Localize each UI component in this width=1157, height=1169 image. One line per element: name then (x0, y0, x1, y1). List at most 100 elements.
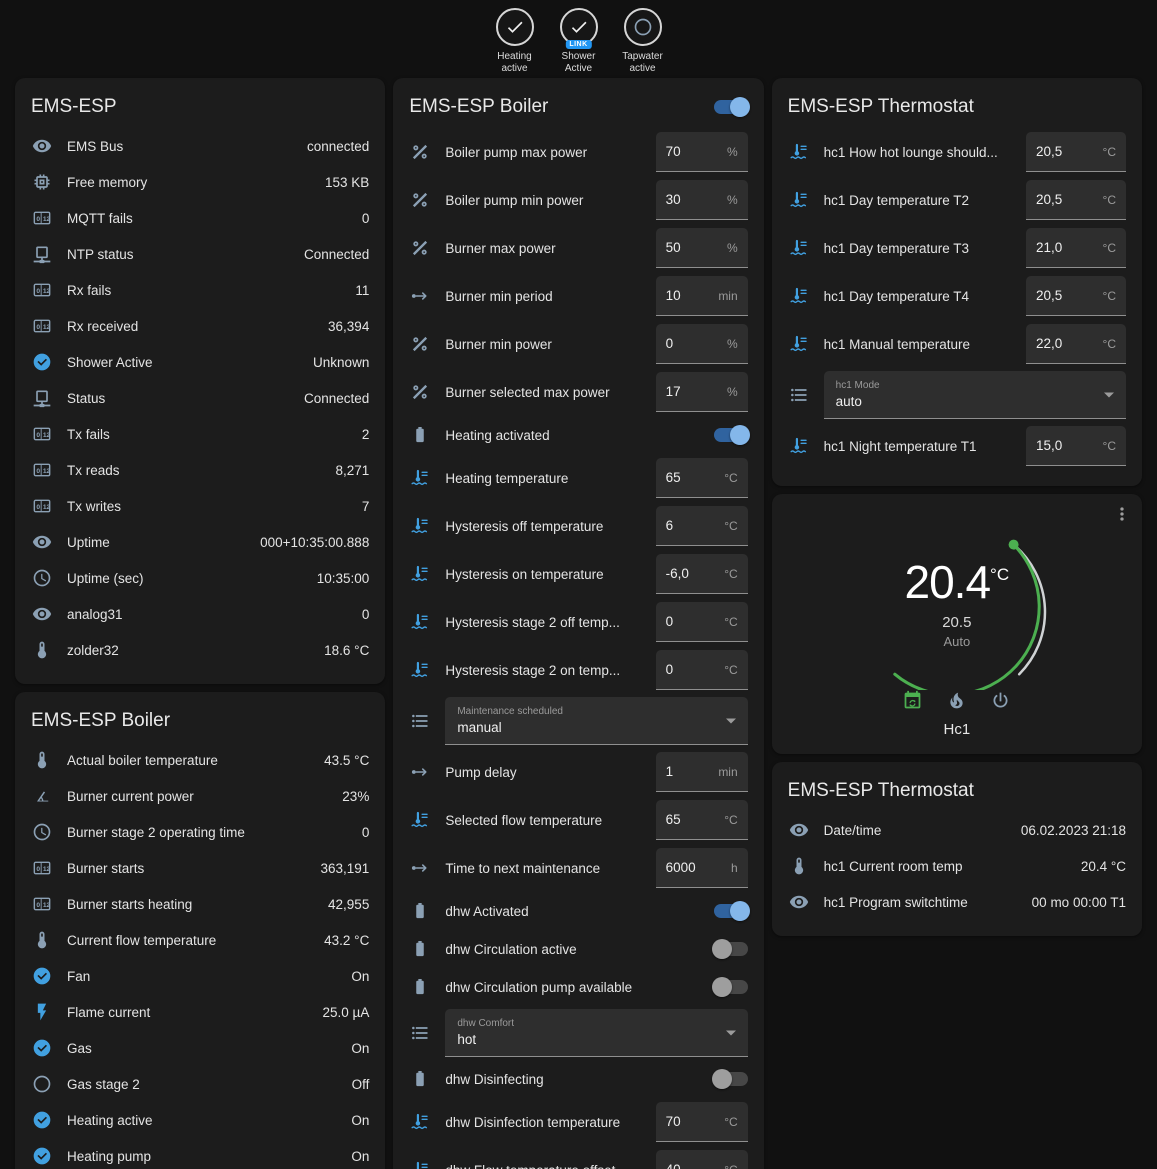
number-input[interactable]: 0% (656, 324, 748, 364)
entity-row[interactable]: GasOn (31, 1030, 369, 1066)
select-field[interactable]: hc1 Modeauto (824, 371, 1126, 419)
chevron-down-icon (726, 718, 736, 723)
entity-row[interactable]: 012MQTT fails0 (31, 200, 369, 236)
toggle-thumb (730, 425, 750, 445)
entity-row[interactable]: analog310 (31, 596, 369, 632)
svg-text:12: 12 (43, 432, 51, 439)
select-field[interactable]: dhw Comforthot (445, 1009, 747, 1057)
number-input[interactable]: 30% (656, 180, 748, 220)
entity-row[interactable]: 012Tx fails2 (31, 416, 369, 452)
toggle-switch[interactable] (714, 1072, 748, 1086)
coolant-icon (409, 468, 431, 488)
entity-row[interactable]: Date/time06.02.2023 21:18 (788, 812, 1126, 848)
entity-value: 20.4 °C (1081, 859, 1126, 874)
entity-row[interactable]: 012Tx reads8,271 (31, 452, 369, 488)
number-input[interactable]: 1min (656, 752, 748, 792)
select-field-label: dhw Comfort (457, 1018, 719, 1029)
calendar-sync-icon[interactable] (902, 690, 924, 711)
entity-row[interactable]: EMS Busconnected (31, 128, 369, 164)
entity-row[interactable]: Heating activeOn (31, 1102, 369, 1138)
entity-row[interactable]: Actual boiler temperature43.5 °C (31, 742, 369, 778)
number-value: 20,5 (1036, 192, 1062, 207)
entity-row[interactable]: 012Tx writes7 (31, 488, 369, 524)
badge-shower-active[interactable]: LINKShower Active (549, 8, 609, 75)
number-input[interactable]: 10min (656, 276, 748, 316)
number-unit: °C (1103, 145, 1116, 159)
card-title: EMS-ESP Thermostat (788, 776, 1126, 812)
entity-row[interactable]: Flame current25.0 µA (31, 994, 369, 1030)
entity-row[interactable]: StatusConnected (31, 380, 369, 416)
entity-rows: Actual boiler temperature43.5 °CBurner c… (31, 742, 369, 1169)
entity-row[interactable]: FanOn (31, 958, 369, 994)
entity-row: dhw Disinfection temperature70°C (409, 1098, 747, 1146)
number-input[interactable]: 0°C (656, 602, 748, 642)
entity-row[interactable]: Free memory153 KB (31, 164, 369, 200)
toggle-switch[interactable] (714, 980, 748, 994)
entity-row[interactable]: 012Burner starts heating42,955 (31, 886, 369, 922)
entity-label: hc1 Day temperature T3 (824, 241, 1012, 256)
number-input[interactable]: 65°C (656, 458, 748, 498)
climate-dial[interactable]: 20.4°C 20.5 Auto (852, 520, 1062, 690)
number-input[interactable]: 40°C (656, 1150, 748, 1169)
number-input[interactable]: 20,5°C (1026, 132, 1126, 172)
entity-row[interactable]: 012Rx received36,394 (31, 308, 369, 344)
entity-row[interactable]: hc1 Program switchtime00 mo 00:00 T1 (788, 884, 1126, 920)
number-input[interactable]: 6000h (656, 848, 748, 888)
entity-row[interactable]: Heating pumpOn (31, 1138, 369, 1169)
number-input[interactable]: 21,0°C (1026, 228, 1126, 268)
entity-label: Time to next maintenance (445, 861, 641, 876)
fire-icon[interactable] (946, 690, 968, 711)
check-circle-icon (31, 1110, 53, 1130)
entity-row[interactable]: zolder3218.6 °C (31, 632, 369, 668)
toggle-switch[interactable] (714, 428, 748, 442)
entity-row[interactable]: Current flow temperature43.2 °C (31, 922, 369, 958)
boiler-controls-card: EMS-ESP Boiler Boiler pump max power70%B… (393, 78, 763, 1169)
number-unit: °C (724, 1115, 737, 1129)
entity-row[interactable]: Burner current power23% (31, 778, 369, 814)
number-input[interactable]: 65°C (656, 800, 748, 840)
number-input[interactable]: 6°C (656, 506, 748, 546)
number-input[interactable]: 17% (656, 372, 748, 412)
number-input[interactable]: 0°C (656, 650, 748, 690)
entity-value: 11 (355, 283, 369, 298)
entity-row[interactable]: NTP statusConnected (31, 236, 369, 272)
entity-row[interactable]: 012Rx fails11 (31, 272, 369, 308)
number-input[interactable]: 70°C (656, 1102, 748, 1142)
toggle-switch[interactable] (714, 942, 748, 956)
entity-row[interactable]: Uptime (sec)10:35:00 (31, 560, 369, 596)
entity-row[interactable]: Shower ActiveUnknown (31, 344, 369, 380)
entity-rows: Boiler pump max power70%Boiler pump min … (409, 128, 747, 1169)
entity-row[interactable]: hc1 Current room temp 20.4 °C (788, 848, 1126, 884)
entity-row[interactable]: Burner stage 2 operating time0 (31, 814, 369, 850)
badge-heating-active[interactable]: Heating active (485, 8, 545, 75)
number-input[interactable]: 20,5°C (1026, 276, 1126, 316)
number-input[interactable]: 70% (656, 132, 748, 172)
badge-tag: LINK (565, 40, 591, 49)
power-icon[interactable] (990, 690, 1012, 711)
entity-label: dhw Circulation pump available (445, 980, 699, 995)
number-value: 10 (666, 288, 681, 303)
more-options-icon[interactable] (1110, 504, 1134, 528)
card-title: EMS-ESP (31, 92, 369, 128)
toggle-switch[interactable] (714, 904, 748, 918)
entity-row[interactable]: Gas stage 2Off (31, 1066, 369, 1102)
number-input[interactable]: 15,0°C (1026, 426, 1126, 466)
entity-label: hc1 Current room temp (824, 859, 1067, 874)
select-field[interactable]: Maintenance scheduledmanual (445, 697, 747, 745)
number-input[interactable]: -6,0°C (656, 554, 748, 594)
entity-label: Tx reads (67, 463, 322, 478)
card-header-toggle[interactable] (714, 100, 748, 114)
svg-text:0: 0 (36, 902, 40, 909)
badge-tapwater-active[interactable]: Tapwater active (613, 8, 673, 75)
number-input[interactable]: 50% (656, 228, 748, 268)
number-value: 0 (666, 662, 674, 677)
entity-row[interactable]: 012Burner starts363,191 (31, 850, 369, 886)
number-input[interactable]: 20,5°C (1026, 180, 1126, 220)
number-unit: °C (724, 1163, 737, 1169)
entity-row[interactable]: Uptime000+10:35:00.888 (31, 524, 369, 560)
entity-value: 43.5 °C (324, 753, 369, 768)
number-unit: % (727, 241, 738, 255)
number-input[interactable]: 22,0°C (1026, 324, 1126, 364)
number-unit: h (731, 861, 738, 875)
coolant-icon (788, 334, 810, 354)
